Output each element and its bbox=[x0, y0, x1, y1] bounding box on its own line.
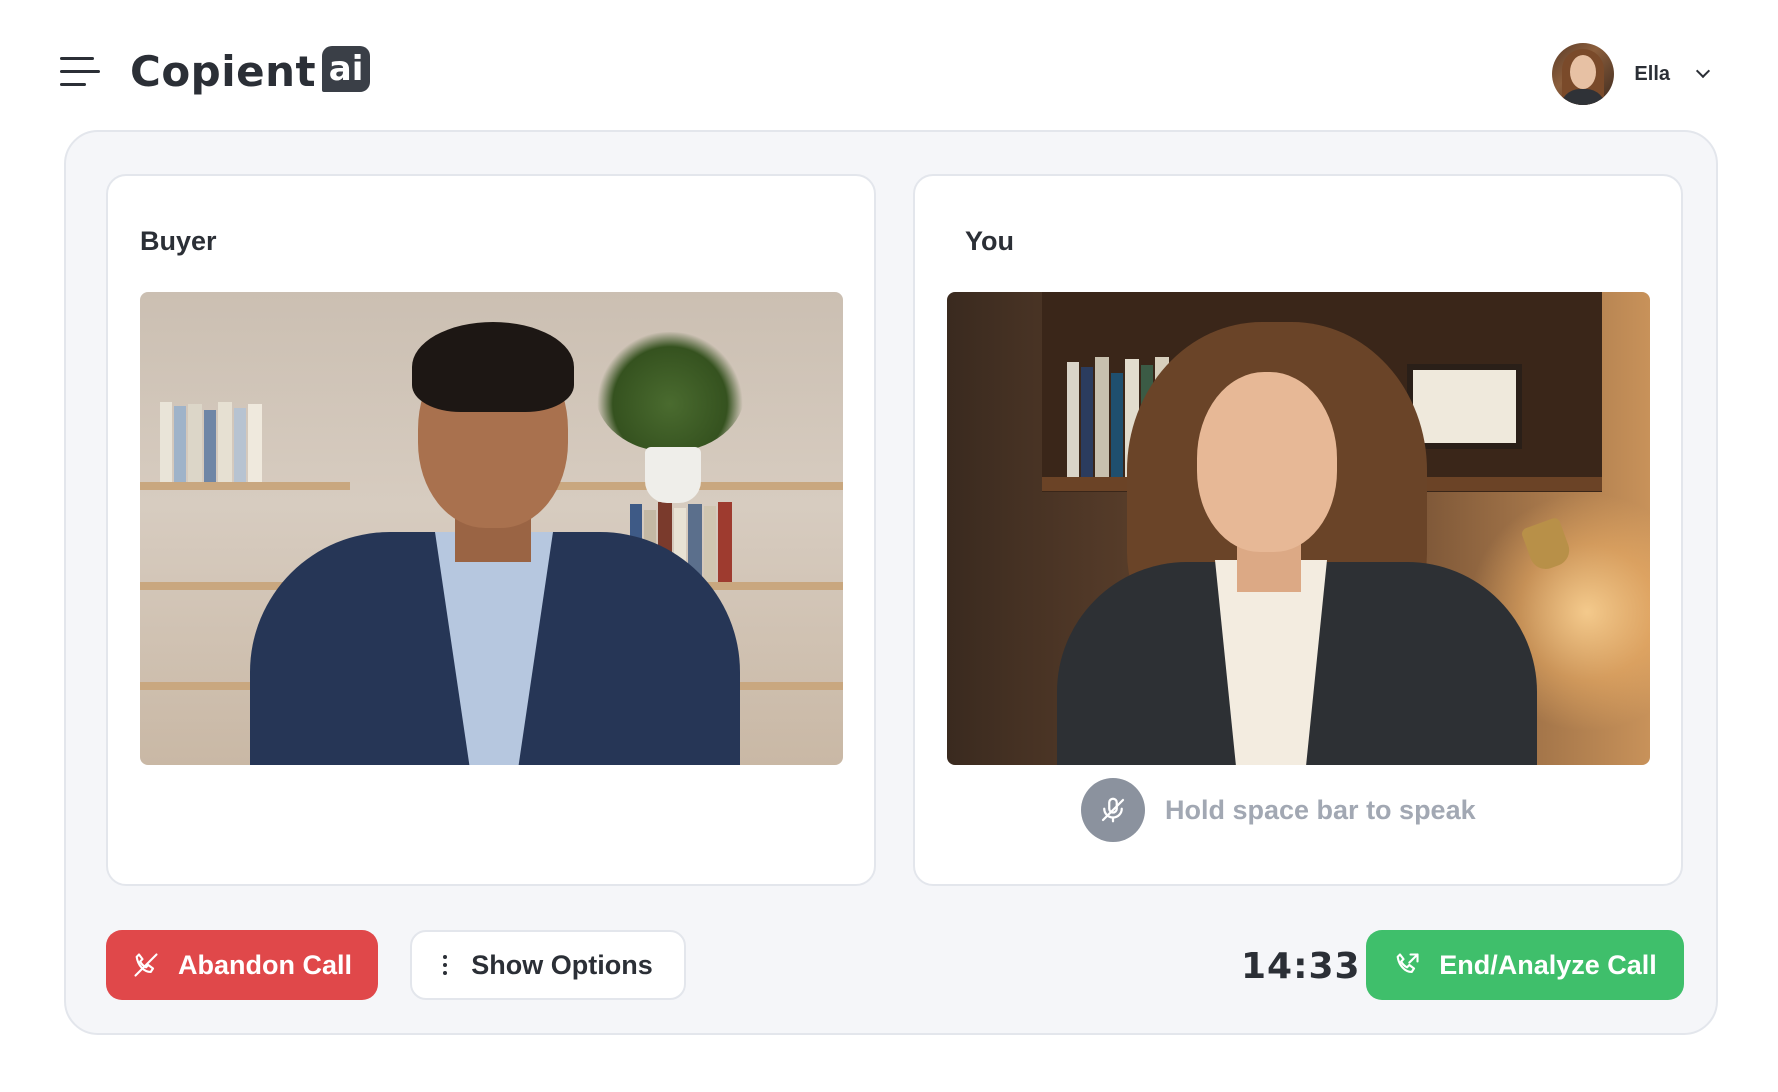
show-options-label: Show Options bbox=[471, 949, 653, 980]
you-panel-title: You bbox=[965, 226, 1014, 256]
phone-off-icon bbox=[132, 951, 160, 979]
hamburger-menu-icon[interactable] bbox=[60, 55, 100, 89]
abandon-call-button[interactable]: Abandon Call bbox=[106, 930, 378, 1000]
show-options-button[interactable]: Show Options bbox=[410, 930, 686, 1000]
top-bar: Copient ai Ella bbox=[0, 0, 1778, 130]
logo[interactable]: Copient ai bbox=[130, 46, 371, 96]
user-name: Ella bbox=[1634, 62, 1670, 85]
call-timer: 14:33 bbox=[1241, 946, 1361, 987]
you-panel: You Hold space bar to speak bbox=[913, 174, 1683, 886]
phone-outgoing-icon bbox=[1393, 951, 1421, 979]
buyer-panel: Buyer bbox=[106, 174, 876, 886]
speak-hint: Hold space bar to speak bbox=[1165, 794, 1476, 825]
you-video bbox=[947, 292, 1650, 765]
end-analyze-call-button[interactable]: End/Analyze Call bbox=[1366, 930, 1684, 1000]
chevron-down-icon[interactable] bbox=[1695, 63, 1711, 79]
call-container: Buyer You Hold space bar to speak Abando… bbox=[64, 130, 1718, 1035]
avatar bbox=[1552, 43, 1615, 105]
end-analyze-call-label: End/Analyze Call bbox=[1439, 949, 1657, 980]
mic-off-icon[interactable] bbox=[1081, 778, 1145, 842]
push-to-talk: Hold space bar to speak bbox=[1081, 778, 1476, 842]
logo-badge: ai bbox=[322, 46, 371, 92]
abandon-call-label: Abandon Call bbox=[178, 949, 352, 980]
logo-text: Copient bbox=[130, 46, 317, 96]
user-menu[interactable]: Ella bbox=[1552, 43, 1711, 105]
buyer-video bbox=[140, 292, 843, 765]
buyer-panel-title: Buyer bbox=[140, 226, 217, 256]
more-vertical-icon bbox=[443, 955, 448, 975]
